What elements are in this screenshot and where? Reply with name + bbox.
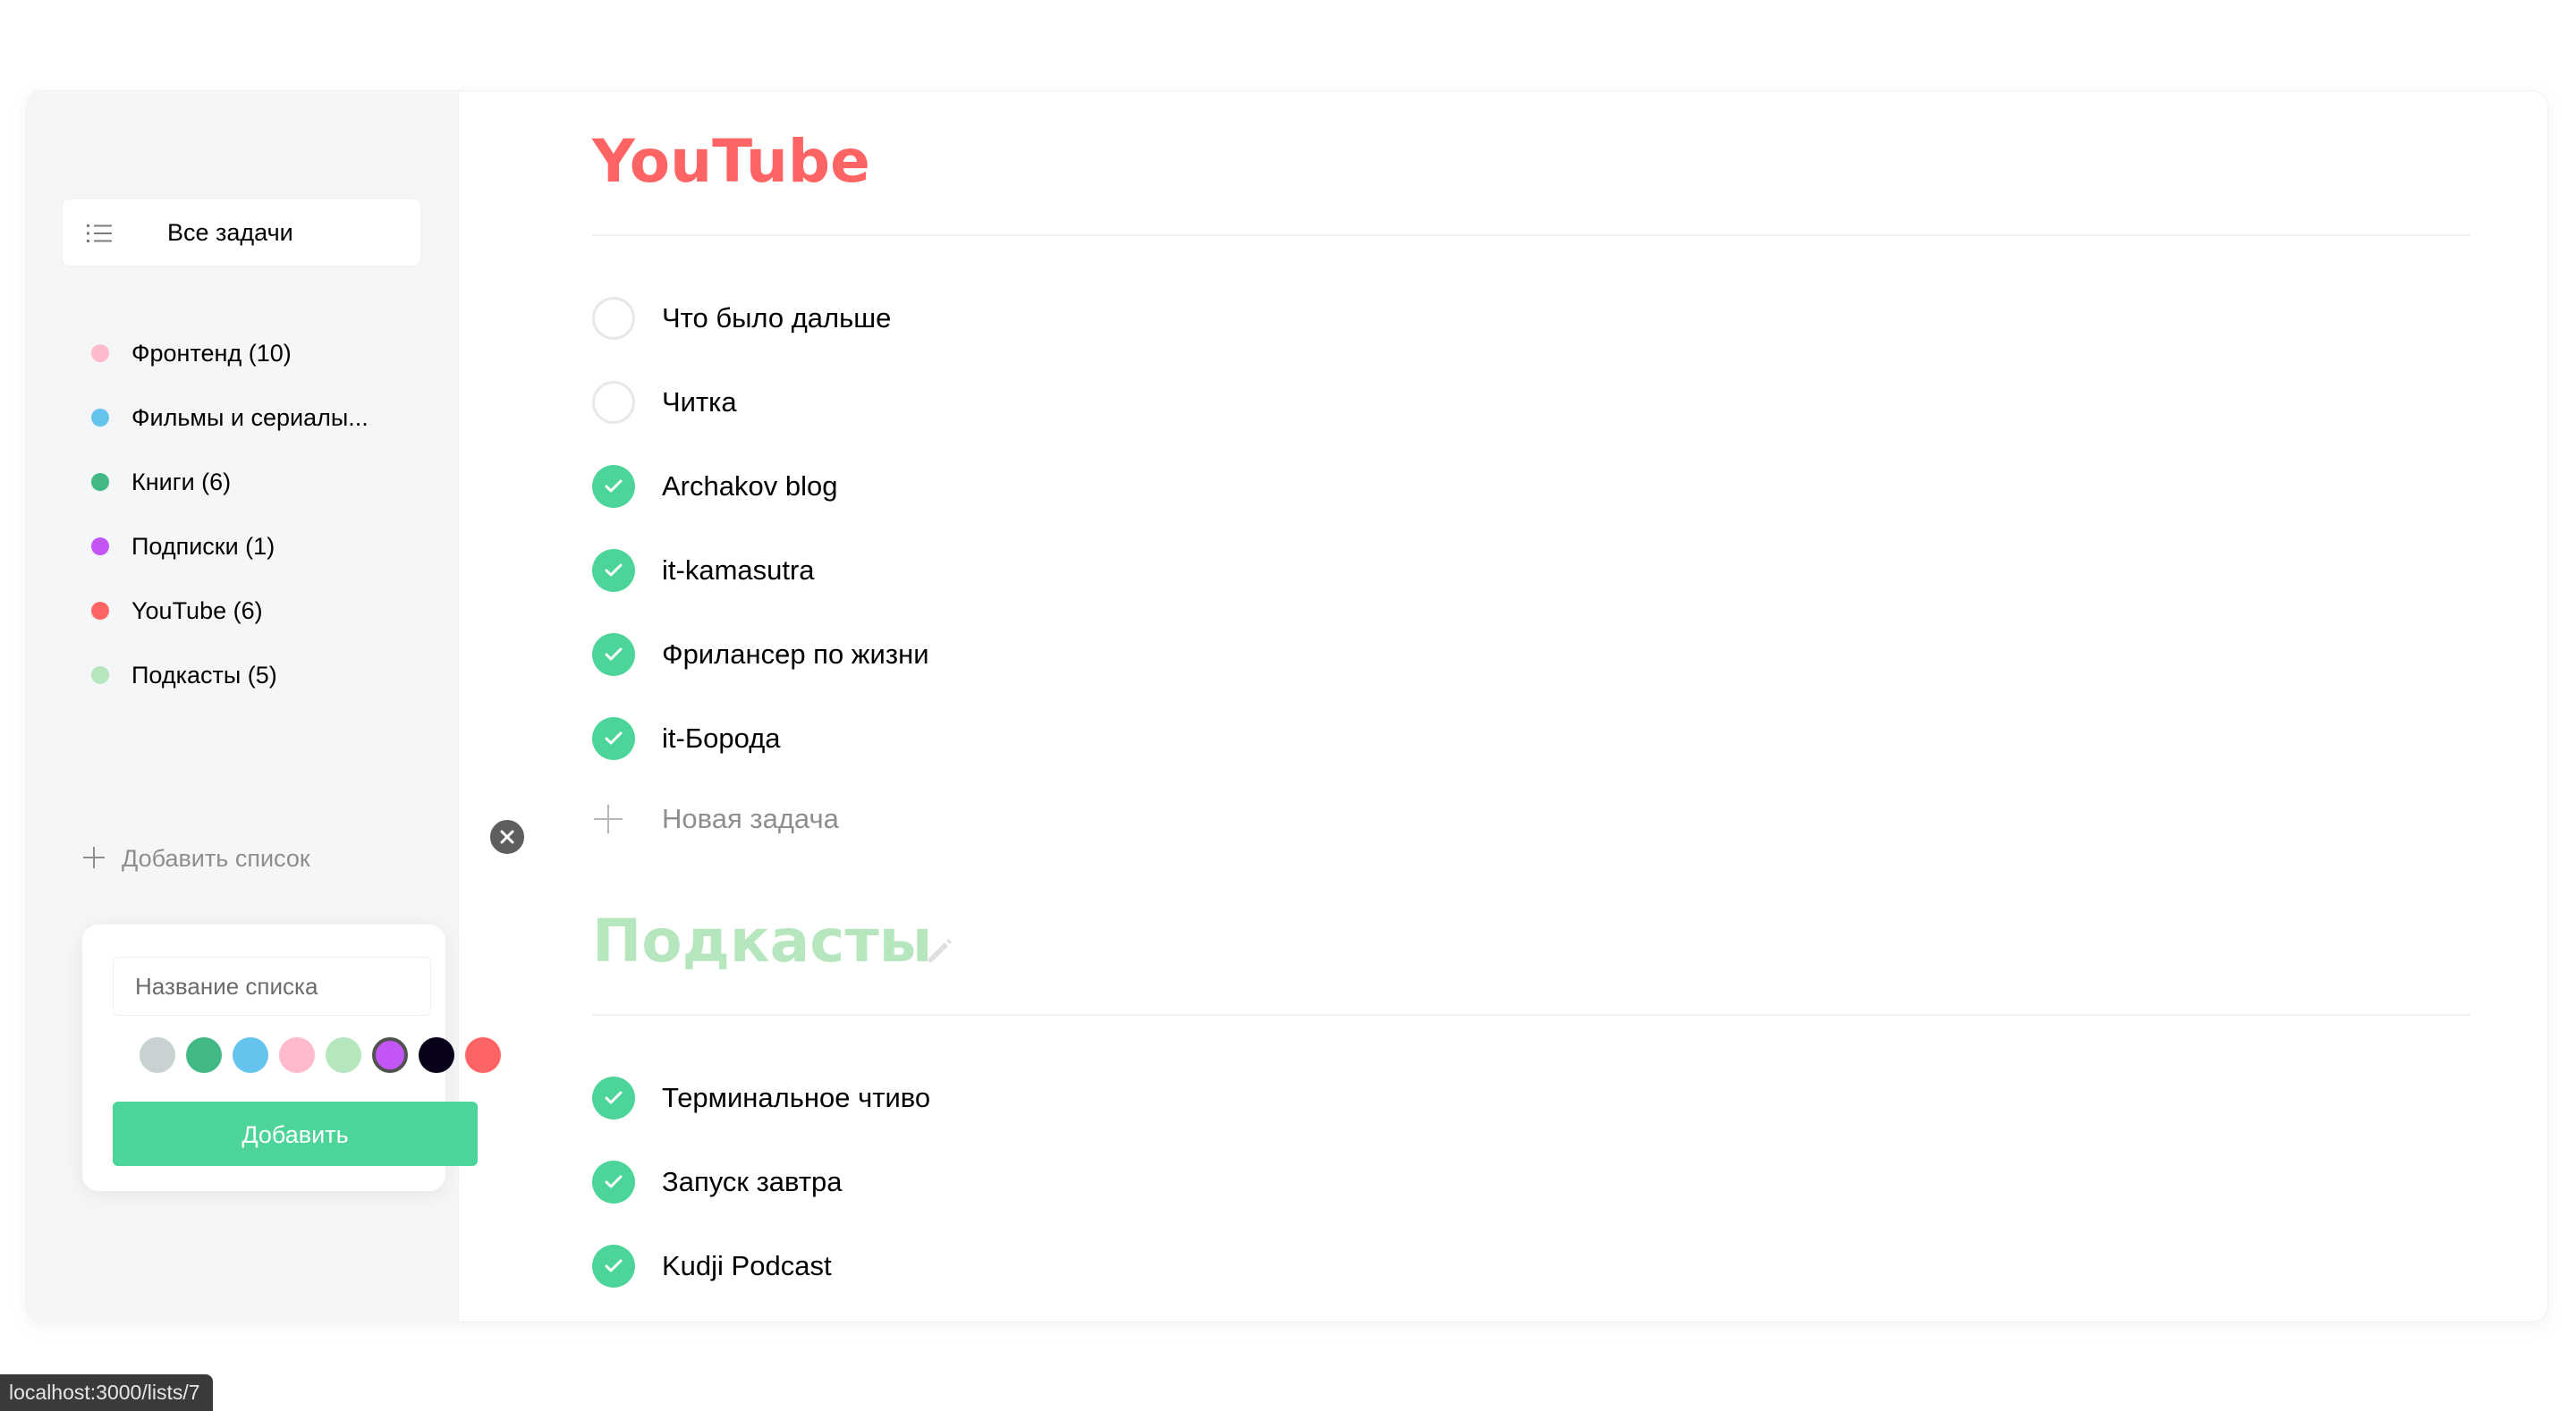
- task-item[interactable]: Kudji Podcast: [592, 1229, 1665, 1300]
- all-tasks-label: Все задачи: [167, 219, 293, 246]
- sidebar-item-label: Подписки (1): [131, 533, 275, 560]
- sidebar-item-podcasts[interactable]: Подкасты (5): [91, 643, 449, 707]
- section-title-youtube: YouTube: [592, 127, 870, 196]
- list-name-input[interactable]: [113, 957, 431, 1016]
- list-color-dot: [91, 409, 109, 427]
- task-checkbox-checked[interactable]: [592, 549, 635, 592]
- task-checkbox-checked[interactable]: [592, 1077, 635, 1120]
- color-swatch[interactable]: [279, 1037, 315, 1073]
- new-task-label: Новая задача: [662, 803, 839, 834]
- check-icon: [605, 1091, 623, 1104]
- plus-icon: [83, 847, 105, 868]
- list-color-dot: [91, 537, 109, 555]
- sidebar-item-youtube[interactable]: YouTube (6): [91, 579, 449, 643]
- task-item[interactable]: Что было дальше: [592, 281, 1665, 352]
- task-checkbox-checked[interactable]: [592, 1245, 635, 1288]
- list-color-dot: [91, 602, 109, 620]
- divider: [592, 1014, 2470, 1016]
- add-list-label: Добавить список: [122, 845, 310, 872]
- task-checkbox-checked[interactable]: [592, 717, 635, 760]
- sidebar-item-label: Подкасты (5): [131, 662, 277, 689]
- sidebar-item-books[interactable]: Книги (6): [91, 450, 449, 514]
- sidebar-item-label: Фронтенд (10): [131, 340, 292, 367]
- color-swatch-selected[interactable]: [372, 1037, 408, 1073]
- task-checkbox-checked[interactable]: [592, 1161, 635, 1204]
- add-list-button[interactable]: Добавить список: [82, 832, 377, 885]
- color-swatch[interactable]: [186, 1037, 222, 1073]
- sidebar-item-films[interactable]: Фильмы и сериалы...: [91, 385, 449, 450]
- new-task-button[interactable]: Новая задача: [594, 783, 1131, 855]
- list-color-dot: [91, 344, 109, 362]
- all-tasks-item[interactable]: Все задачи: [63, 199, 420, 266]
- task-text: Archakov blog: [662, 470, 838, 502]
- sidebar-item-label: Книги (6): [131, 469, 232, 495]
- task-text: Читка: [662, 386, 737, 418]
- plus-icon: [594, 805, 623, 833]
- task-item[interactable]: Archakov blog: [592, 449, 1665, 520]
- task-text: Фрилансер по жизни: [662, 638, 929, 670]
- check-icon: [605, 731, 623, 745]
- color-swatch[interactable]: [233, 1037, 268, 1073]
- list-color-dot: [91, 666, 109, 684]
- task-item[interactable]: it-Борода: [592, 701, 1665, 773]
- section-title-podcasts: Подкасты: [592, 907, 933, 976]
- task-checkbox-checked[interactable]: [592, 633, 635, 676]
- task-text: Запуск завтра: [662, 1166, 843, 1197]
- todo-app-window: Все задачи Фронтенд (10) Фильмы и сериал…: [26, 90, 2548, 1322]
- task-item[interactable]: it-kamasutra: [592, 533, 1665, 604]
- task-text: Kudji Podcast: [662, 1250, 832, 1281]
- list-icon: [87, 224, 112, 242]
- task-item[interactable]: Запуск завтра: [592, 1145, 1665, 1216]
- task-checkbox[interactable]: [592, 297, 635, 340]
- color-swatch[interactable]: [140, 1037, 175, 1073]
- color-swatch[interactable]: [326, 1037, 361, 1073]
- check-icon: [605, 1175, 623, 1188]
- divider: [592, 234, 2470, 236]
- color-swatch[interactable]: [419, 1037, 454, 1073]
- pencil-icon[interactable]: [925, 935, 955, 966]
- sidebar-item-frontend[interactable]: Фронтенд (10): [91, 321, 449, 385]
- browser-status-url: localhost:3000/lists/7: [0, 1374, 213, 1411]
- task-text: it-kamasutra: [662, 554, 815, 586]
- check-icon: [605, 1259, 623, 1272]
- check-icon: [605, 563, 623, 577]
- sidebar-item-label: Фильмы и сериалы...: [131, 404, 369, 431]
- task-item[interactable]: Читка: [592, 365, 1665, 436]
- check-icon: [605, 647, 623, 661]
- sidebar-item-label: YouTube (6): [131, 597, 263, 624]
- add-list-submit-button[interactable]: Добавить: [113, 1102, 478, 1166]
- sidebar-item-subscriptions[interactable]: Подписки (1): [91, 514, 449, 579]
- list-color-dot: [91, 473, 109, 491]
- add-list-popup: Добавить: [82, 925, 501, 1191]
- task-text: it-Борода: [662, 722, 781, 754]
- tasks-panel: YouTube Что было дальше Читка Archakov b…: [458, 91, 2547, 1322]
- task-item[interactable]: Терминальное чтиво: [592, 1060, 1665, 1132]
- sidebar: Все задачи Фронтенд (10) Фильмы и сериал…: [27, 91, 526, 1322]
- task-item[interactable]: Фрилансер по жизни: [592, 617, 1665, 689]
- check-icon: [605, 479, 623, 493]
- task-checkbox[interactable]: [592, 381, 635, 424]
- task-text: Что было дальше: [662, 302, 892, 334]
- task-text: Терминальное чтиво: [662, 1082, 931, 1113]
- task-checkbox-checked[interactable]: [592, 465, 635, 508]
